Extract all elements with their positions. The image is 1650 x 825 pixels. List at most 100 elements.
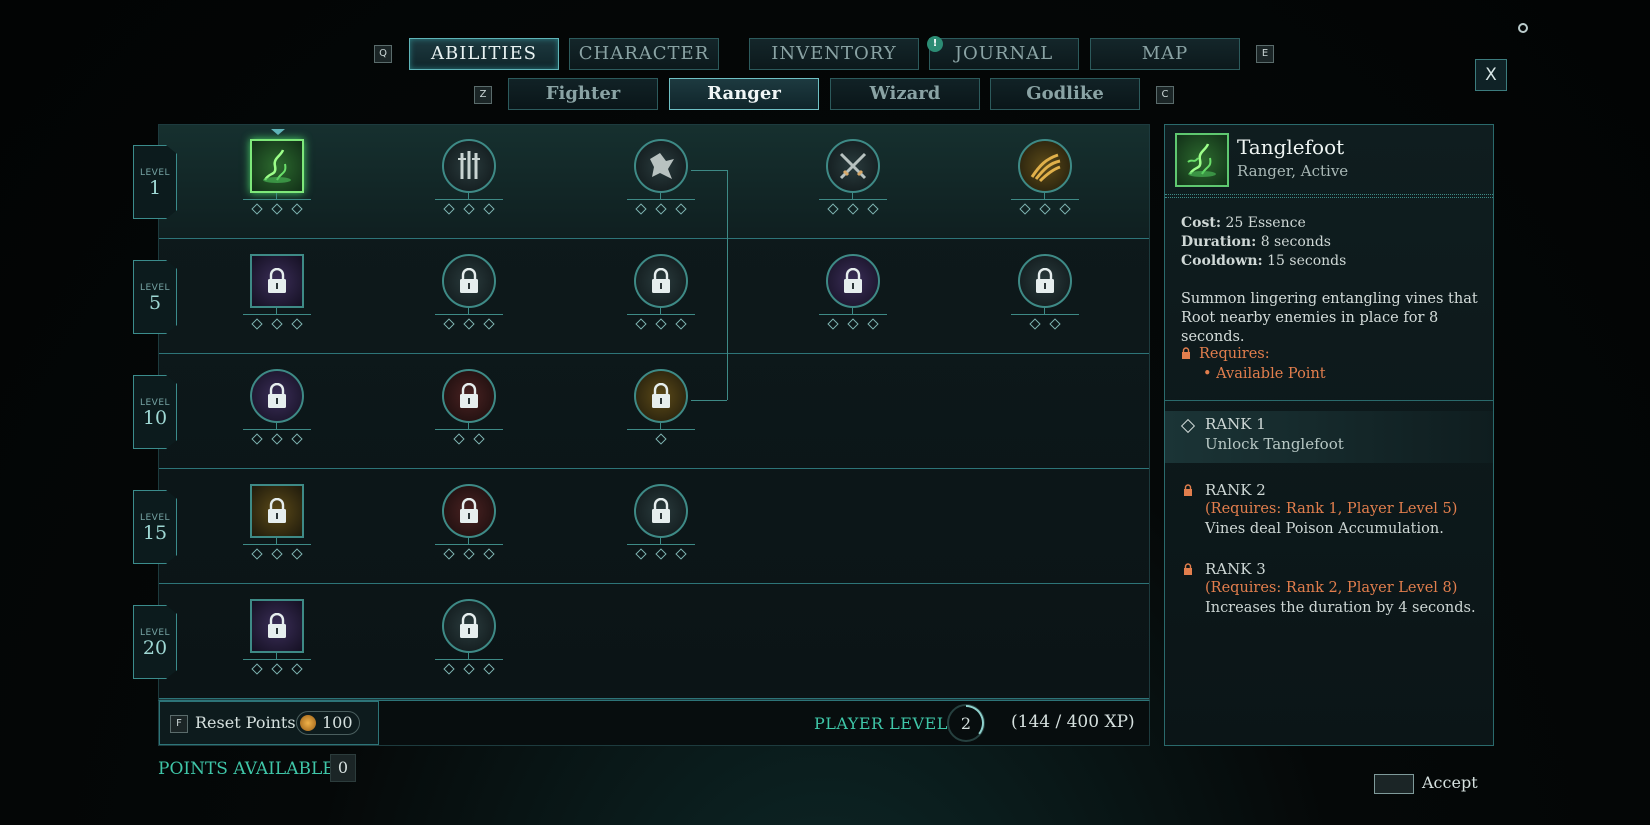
- ability-node[interactable]: [435, 355, 503, 455]
- accept-button[interactable]: Accept: [1422, 773, 1478, 792]
- rank-3-row[interactable]: RANK 3 (Requires: Rank 2, Player Level 8…: [1165, 558, 1493, 618]
- ability-node[interactable]: [1011, 125, 1079, 225]
- ability-node[interactable]: [243, 240, 311, 340]
- lock-icon: [250, 484, 304, 538]
- rank-pip: [463, 318, 475, 330]
- xp-readout: (144 / 400 XP): [1011, 712, 1135, 732]
- rank-pip: [251, 433, 263, 445]
- rank-2-req: (Requires: Rank 1, Player Level 5): [1205, 501, 1458, 517]
- ability-node[interactable]: [435, 585, 503, 685]
- player-level-label: PLAYER LEVEL: [814, 714, 948, 733]
- tab-journal[interactable]: JOURNAL: [929, 38, 1079, 70]
- reset-cost-box: 100: [296, 711, 360, 735]
- rank-pip: [251, 663, 263, 675]
- ability-node[interactable]: [243, 470, 311, 570]
- ability-node[interactable]: [819, 125, 887, 225]
- weapons-icon: [442, 139, 496, 193]
- rank-pip: [271, 663, 283, 675]
- node-underline: [627, 429, 695, 430]
- prev-tab-key[interactable]: Q: [374, 45, 392, 63]
- ability-node[interactable]: [819, 240, 887, 340]
- prerequisite-connector: [691, 400, 727, 401]
- lock-icon: [634, 484, 688, 538]
- rank-pips: [631, 548, 691, 560]
- rank-pip: [827, 203, 839, 215]
- requires-item: • Available Point: [1203, 366, 1326, 382]
- rank-pip: [655, 433, 667, 445]
- node-underline: [627, 314, 695, 315]
- ability-node[interactable]: [627, 125, 695, 225]
- level-tag: LEVEL 10: [133, 375, 177, 449]
- rank-pip: [483, 663, 495, 675]
- rank-2-desc: Vines deal Poison Accumulation.: [1205, 521, 1444, 537]
- rank-pips: [439, 548, 499, 560]
- next-class-key[interactable]: C: [1156, 86, 1174, 104]
- tab-abilities[interactable]: ABILITIES: [409, 38, 559, 70]
- rank-pip: [1019, 203, 1031, 215]
- rank-pip: [453, 433, 465, 445]
- subtab-godlike[interactable]: Godlike: [990, 78, 1140, 110]
- rank-pip: [271, 203, 283, 215]
- rank-pip: [1039, 203, 1051, 215]
- ability-node[interactable]: [243, 355, 311, 455]
- tree-footer: F Reset Points 100 PLAYER LEVEL 2 (144 /…: [158, 700, 1150, 746]
- tab-character[interactable]: CHARACTER: [569, 38, 719, 70]
- ability-node[interactable]: [627, 470, 695, 570]
- points-label: POINTS AVAILABLE: [158, 759, 335, 779]
- ability-node[interactable]: [243, 125, 311, 225]
- next-tab-key[interactable]: E: [1256, 45, 1274, 63]
- rank-2-row[interactable]: RANK 2 (Requires: Rank 1, Player Level 5…: [1165, 479, 1493, 539]
- rank-pip: [443, 663, 455, 675]
- level-tag-number: 5: [148, 292, 162, 314]
- rank-pips: [247, 663, 307, 675]
- rank-pip: [251, 548, 263, 560]
- subtab-wizard[interactable]: Wizard: [830, 78, 980, 110]
- rank-pips: [1015, 318, 1075, 330]
- cursor-icon: [1518, 23, 1528, 33]
- reset-key[interactable]: F: [170, 715, 188, 733]
- lock-icon: [442, 369, 496, 423]
- prev-class-key[interactable]: Z: [474, 86, 492, 104]
- ability-node[interactable]: [435, 240, 503, 340]
- lock-icon: [826, 254, 880, 308]
- cost-line: Cost: 25 Essence: [1181, 215, 1306, 231]
- rank-1-row[interactable]: RANK 1 Unlock Tanglefoot: [1165, 411, 1493, 463]
- rank-pip: [675, 548, 687, 560]
- ability-node[interactable]: [627, 240, 695, 340]
- level-tag: LEVEL 20: [133, 605, 177, 679]
- lock-icon: [634, 254, 688, 308]
- rank-pip: [1029, 318, 1041, 330]
- ability-node[interactable]: [243, 585, 311, 685]
- ability-node[interactable]: [627, 355, 695, 455]
- level-tag-number: 1: [148, 177, 162, 199]
- tab-map[interactable]: MAP: [1090, 38, 1240, 70]
- ability-node[interactable]: [1011, 240, 1079, 340]
- accept-key-icon[interactable]: [1374, 774, 1414, 794]
- player-level-value: 2: [960, 714, 972, 733]
- ability-node[interactable]: [435, 125, 503, 225]
- lock-icon: [634, 369, 688, 423]
- points-value: 0: [330, 754, 356, 782]
- lock-icon: [1184, 563, 1192, 575]
- ability-icon: [1175, 133, 1229, 187]
- node-underline: [819, 199, 887, 200]
- cost-value: 25 Essence: [1225, 215, 1306, 231]
- subtab-fighter[interactable]: Fighter: [508, 78, 658, 110]
- lock-icon: [442, 484, 496, 538]
- level-tag-number: 15: [142, 522, 168, 544]
- tab-inventory[interactable]: INVENTORY: [749, 38, 919, 70]
- reset-points-button[interactable]: F Reset Points 100: [159, 701, 379, 745]
- rank-pip: [635, 548, 647, 560]
- selection-arrow-icon: [271, 129, 285, 135]
- ability-node[interactable]: [435, 470, 503, 570]
- rank-pips: [823, 318, 883, 330]
- subtab-ranger[interactable]: Ranger: [669, 78, 819, 110]
- requires-label: Requires:: [1181, 346, 1270, 362]
- rank-pip: [483, 548, 495, 560]
- level-tag-number: 10: [142, 407, 168, 429]
- claw-icon: [1018, 139, 1072, 193]
- close-button[interactable]: X: [1475, 59, 1507, 91]
- prerequisite-connector: [691, 170, 727, 171]
- rank-pip: [291, 318, 303, 330]
- rank-pip: [443, 203, 455, 215]
